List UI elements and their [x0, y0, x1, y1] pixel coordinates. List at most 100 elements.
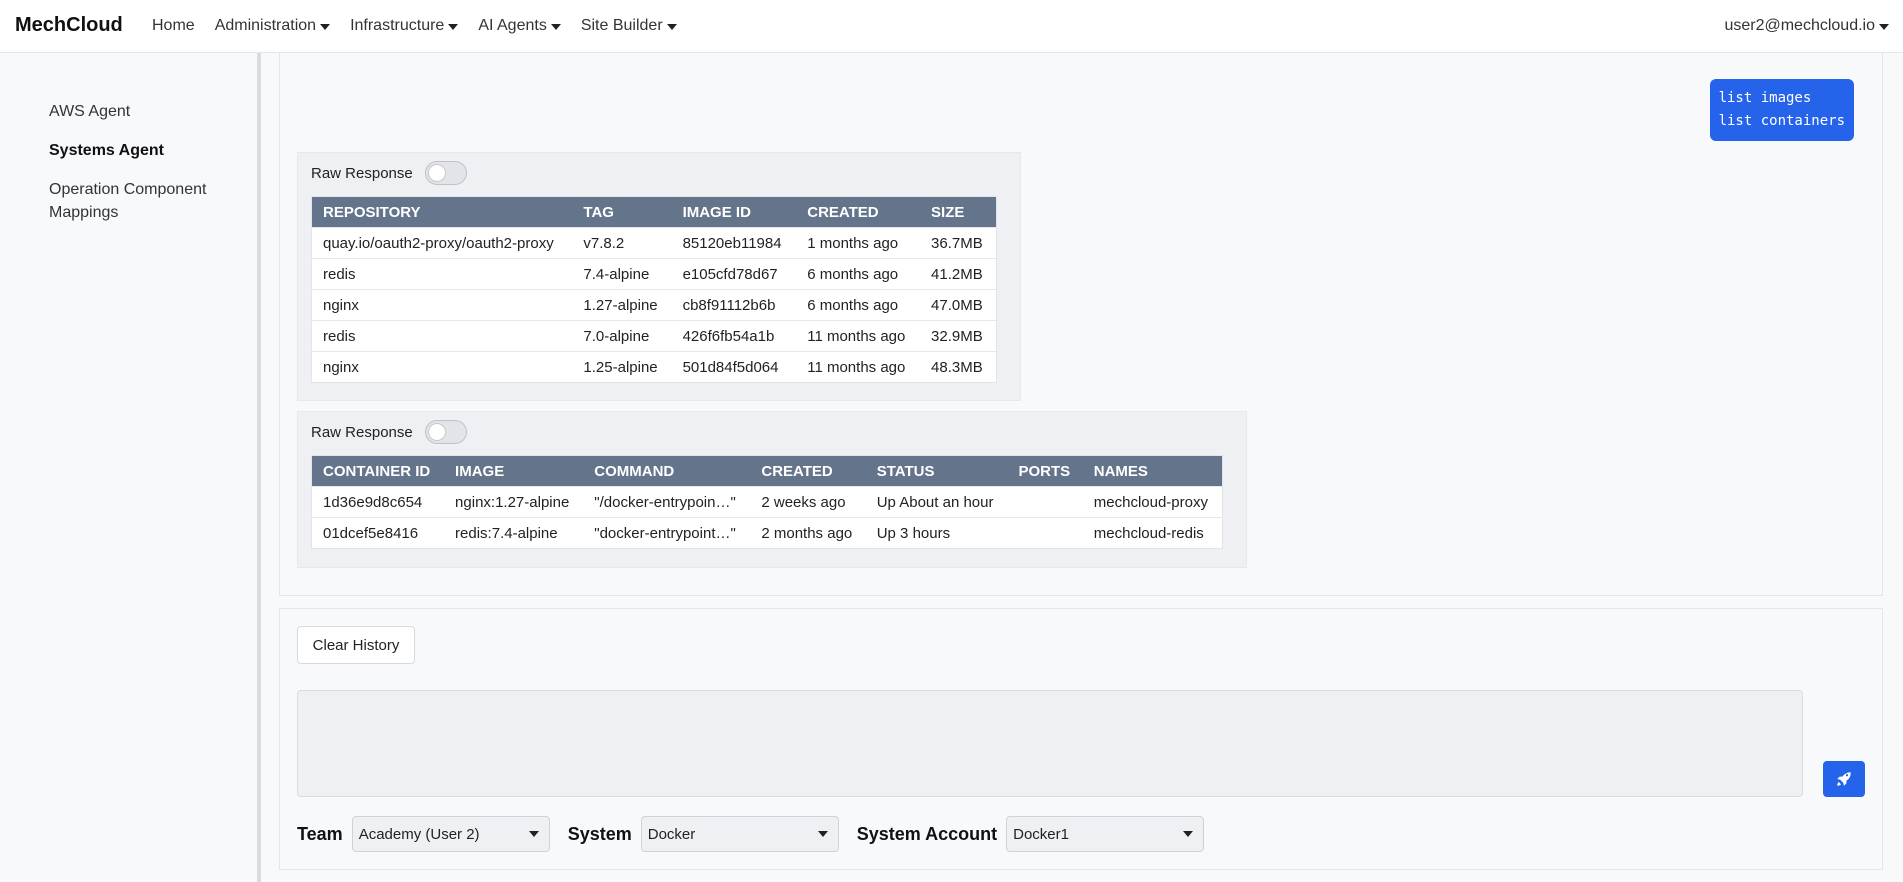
table-cell: 85120eb11984	[671, 227, 797, 259]
table-cell: e105cfd78d67	[671, 258, 797, 290]
table-header-row: REPOSITORY TAG IMAGE ID CREATED SIZE	[311, 196, 997, 228]
raw-response-row: Raw Response	[311, 161, 467, 185]
top-navbar: MechCloud Home Administration Infrastruc…	[0, 0, 1903, 53]
user-message-bubble: list images list containers	[1709, 79, 1854, 141]
table-row: quay.io/oauth2-proxy/oauth2-proxy v7.8.2…	[311, 227, 997, 259]
brand-logo[interactable]: MechCloud	[15, 14, 123, 37]
table-cell: 36.7MB	[920, 227, 997, 259]
chevron-down-icon	[666, 24, 677, 30]
table-cell: 11 months ago	[796, 320, 921, 352]
table-cell: "/docker-entrypoin…"	[583, 486, 751, 518]
column-header: CREATED	[750, 455, 866, 487]
table-cell: 2 months ago	[750, 517, 866, 549]
nav-ai-agents-label: AI Agents	[478, 17, 547, 34]
raw-response-row: Raw Response	[311, 420, 467, 444]
table-cell: 7.0-alpine	[572, 320, 672, 352]
containers-table: CONTAINER ID IMAGE COMMAND CREATED STATU…	[311, 455, 1223, 549]
table-cell: 6 months ago	[796, 289, 921, 321]
table-cell	[1007, 486, 1083, 518]
column-header: TAG	[572, 196, 672, 228]
chevron-down-icon	[448, 24, 459, 30]
raw-response-toggle[interactable]	[424, 420, 467, 444]
team-select[interactable]: Academy (User 2)	[351, 816, 550, 852]
raw-response-label: Raw Response	[311, 164, 413, 182]
sidebar-item-aws-agent[interactable]: AWS Agent	[49, 100, 130, 123]
table-cell: Up About an hour	[865, 486, 1008, 518]
table-cell: "docker-entrypoint…"	[583, 517, 751, 549]
table-cell: 7.4-alpine	[572, 258, 672, 290]
column-header: PORTS	[1007, 455, 1083, 487]
chevron-down-icon	[528, 831, 539, 837]
user-menu[interactable]: user2@mechcloud.io	[1724, 17, 1889, 35]
chevron-down-icon	[1183, 831, 1194, 837]
column-header: STATUS	[865, 455, 1008, 487]
nav-site-builder[interactable]: Site Builder	[581, 17, 677, 35]
table-cell: 1.27-alpine	[572, 289, 672, 321]
send-button[interactable]	[1823, 761, 1865, 797]
sidebar-item-operation-component-mappings[interactable]: Operation Component Mappings	[49, 178, 249, 224]
system-account-label: System Account	[856, 823, 998, 844]
column-header: IMAGE ID	[671, 196, 797, 228]
table-cell: redis	[311, 258, 573, 290]
context-selectors: Team Academy (User 2) System Docker Syst…	[297, 816, 1222, 852]
table-cell: redis:7.4-alpine	[444, 517, 584, 549]
table-cell: mechcloud-redis	[1082, 517, 1223, 549]
table-cell: redis	[311, 320, 573, 352]
system-select[interactable]: Docker	[640, 816, 839, 852]
table-cell: 6 months ago	[796, 258, 921, 290]
table-cell: 1 months ago	[796, 227, 921, 259]
nav-administration-label: Administration	[214, 17, 317, 34]
table-cell: 47.0MB	[920, 289, 997, 321]
table-row: redis 7.0-alpine 426f6fb54a1b 11 months …	[311, 320, 997, 352]
nav-infrastructure-label: Infrastructure	[350, 17, 445, 34]
table-row: nginx 1.27-alpine cb8f91112b6b 6 months …	[311, 289, 997, 321]
nav-infrastructure[interactable]: Infrastructure	[350, 17, 459, 35]
toggle-knob	[427, 164, 446, 182]
raw-response-label: Raw Response	[311, 423, 413, 441]
table-cell: v7.8.2	[572, 227, 672, 259]
chevron-down-icon	[1879, 24, 1889, 30]
table-cell: 1.25-alpine	[572, 351, 672, 383]
column-header: IMAGE	[444, 455, 584, 487]
response-images: Raw Response REPOSITORY TAG IMAGE ID CRE…	[297, 152, 1021, 401]
table-cell	[1007, 517, 1083, 549]
column-header: REPOSITORY	[311, 196, 573, 228]
table-cell: nginx:1.27-alpine	[444, 486, 584, 518]
system-account-select-value: Docker1	[1013, 825, 1069, 843]
column-header: NAMES	[1082, 455, 1223, 487]
nav-home[interactable]: Home	[152, 17, 195, 35]
table-cell: Up 3 hours	[865, 517, 1008, 549]
nav-administration[interactable]: Administration	[214, 17, 331, 35]
response-containers: Raw Response CONTAINER ID IMAGE COMMAND …	[297, 411, 1247, 568]
table-cell: mechcloud-proxy	[1082, 486, 1223, 518]
table-cell: 48.3MB	[920, 351, 997, 383]
chevron-down-icon	[817, 831, 828, 837]
nav-home-label: Home	[152, 17, 195, 34]
images-table: REPOSITORY TAG IMAGE ID CREATED SIZE qua…	[311, 196, 997, 383]
nav-ai-agents[interactable]: AI Agents	[478, 17, 561, 35]
table-cell: nginx	[311, 289, 573, 321]
chat-history[interactable]: list images list containers Raw Response…	[279, 53, 1883, 596]
nav-site-builder-label: Site Builder	[580, 17, 663, 34]
input-panel: Clear History Team Academy (User 2) Syst…	[279, 608, 1883, 870]
table-cell: 1d36e9d8c654	[311, 486, 445, 518]
table-header-row: CONTAINER ID IMAGE COMMAND CREATED STATU…	[311, 455, 1223, 487]
sidebar: AWS Agent Systems Agent Operation Compon…	[0, 53, 261, 882]
team-select-value: Academy (User 2)	[358, 825, 480, 843]
user-email: user2@mechcloud.io	[1724, 17, 1875, 34]
column-header: CREATED	[796, 196, 921, 228]
chevron-down-icon	[320, 24, 331, 30]
raw-response-toggle[interactable]	[424, 161, 467, 185]
rocket-icon	[1837, 772, 1851, 786]
prompt-input[interactable]	[297, 690, 1803, 797]
system-label: System	[567, 823, 632, 844]
clear-history-button[interactable]: Clear History	[297, 626, 415, 664]
table-cell: 32.9MB	[920, 320, 997, 352]
system-select-value: Docker	[647, 825, 696, 843]
sidebar-item-systems-agent[interactable]: Systems Agent	[49, 139, 164, 162]
table-row: 1d36e9d8c654 nginx:1.27-alpine "/docker-…	[311, 486, 1223, 518]
table-cell: 11 months ago	[796, 351, 921, 383]
nav-links: Home Administration Infrastructure AI Ag…	[152, 17, 697, 35]
system-account-select[interactable]: Docker1	[1006, 816, 1205, 852]
table-row: 01dcef5e8416 redis:7.4-alpine "docker-en…	[311, 517, 1223, 549]
